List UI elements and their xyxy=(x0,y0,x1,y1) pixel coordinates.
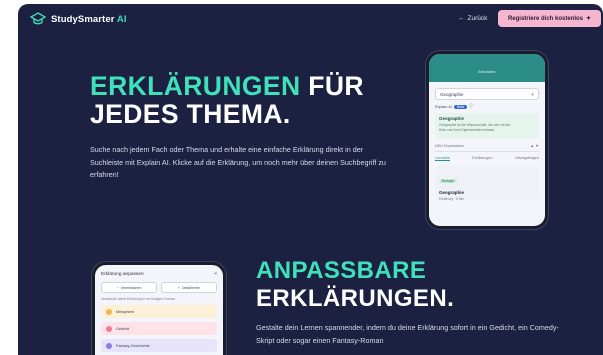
close-icon: × xyxy=(531,92,534,97)
phone-search-input: Geographie × xyxy=(435,88,539,100)
logo-ai-text: AI xyxy=(116,13,127,25)
explain-card-title: Geographie xyxy=(439,116,465,121)
customize-title: Erklärung anpassen xyxy=(101,272,144,277)
customize-subtitle: Verwandle deine Erklärung in ein lustige… xyxy=(101,297,175,301)
phone-tab-erklaerungen: Erklärungen xyxy=(472,156,493,160)
explanation-row-label: NEU Explanation xyxy=(435,144,464,148)
sparkle-icon: ✦ xyxy=(586,16,592,22)
hero1-description: Suche nach jedem Fach oder Thema und erh… xyxy=(90,145,386,179)
logo[interactable]: StudySmarter AI xyxy=(30,12,127,26)
info-icon: ⓘ xyxy=(469,104,473,108)
back-label: Zurück xyxy=(467,15,488,22)
phone-tab-lernsets: Lernsets xyxy=(435,156,450,161)
plus-icon: + xyxy=(177,285,180,290)
detail-button: + Detaillierter xyxy=(161,282,217,293)
hero2-title-line1: ANPASSBARE xyxy=(256,257,427,284)
hero1-title-white-2: JEDES THEMA. xyxy=(90,99,291,129)
customize-buttons: − Vereinfachen + Detaillierter xyxy=(95,277,223,293)
phone-header-title: Erkunden xyxy=(478,69,496,74)
option-metaphern: Metaphern xyxy=(101,305,217,318)
option-label: Fantasy-Geschichte xyxy=(116,343,150,348)
explanation-row: NEU Explanation ▲ ▼ xyxy=(435,144,539,152)
hero1-heading: ERKLÄRUNGEN FÜR JEDES THEMA. xyxy=(90,72,364,128)
graduation-cap-icon xyxy=(30,12,46,25)
beta-pill: Beta xyxy=(453,104,468,109)
option-label: Metaphern xyxy=(116,309,135,314)
top-navbar: StudySmarter AI ← Zurück Registriere dic… xyxy=(18,4,603,34)
result-badge: Biologie xyxy=(439,179,458,183)
customize-title-row: Erklärung anpassen × xyxy=(95,265,223,277)
back-link[interactable]: ← Zurück xyxy=(458,15,487,22)
phone-mockup-explore: Erkunden Geographie × Explain AI Beta ⓘ … xyxy=(426,51,548,229)
hero1-title-teal: ERKLÄRUNGEN xyxy=(90,71,301,101)
phone-search-value: Geographie xyxy=(440,92,464,97)
simplify-button: − Vereinfachen xyxy=(101,282,157,293)
result-title: Geographie xyxy=(439,190,465,195)
hero1-title-white-1: FÜR xyxy=(308,71,364,101)
hero2-description: Gestalte dein Lernen spannender, indem d… xyxy=(256,323,559,345)
register-button[interactable]: Registriere dich kostenlos ✦ xyxy=(498,10,601,27)
phone-tabs: Lernsets Erklärungen Übungsfragen xyxy=(435,156,539,161)
explain-ai-card: Geographie Geographie ist die Wissenscha… xyxy=(435,113,539,139)
result-meta: Erklärung · 5 Min xyxy=(439,197,465,201)
option-label: Gedicht xyxy=(116,326,130,331)
option-gedicht: Gedicht xyxy=(101,322,217,335)
close-icon: × xyxy=(214,272,217,277)
detail-label: Detaillierter xyxy=(181,285,201,290)
option-dot-icon xyxy=(106,342,112,349)
option-dot-icon xyxy=(106,308,112,315)
logo-text: StudySmarter AI xyxy=(51,14,127,25)
phone-result-item: Biologie Geographie Erklärung · 5 Min xyxy=(435,166,539,201)
thumbs-icons: ▲ ▼ xyxy=(530,144,539,148)
page-frame: StudySmarter AI ← Zurück Registriere dic… xyxy=(18,4,603,355)
hero2-title-line2: ERKLÄRUNGEN. xyxy=(256,285,455,312)
explain-ai-label: Explain AI xyxy=(435,104,452,109)
explain-card-text: Geographie ist die Wissenschaft, die sic… xyxy=(439,123,511,132)
hero2-heading: ANPASSBARE ERKLÄRUNGEN. xyxy=(256,257,454,313)
option-fantasy: Fantasy-Geschichte xyxy=(101,339,217,352)
explain-ai-row: Explain AI Beta ⓘ xyxy=(435,104,539,109)
option-dot-icon xyxy=(106,325,112,332)
phone-header: Erkunden xyxy=(429,54,545,82)
register-label: Registriere dich kostenlos xyxy=(507,15,583,22)
logo-main-text: StudySmarter xyxy=(51,13,115,25)
arrow-left-icon: ← xyxy=(458,15,465,22)
simplify-label: Vereinfachen xyxy=(120,285,142,290)
phone-mockup-customize: Erklärung anpassen × − Vereinfachen + De… xyxy=(92,262,226,355)
phone-tab-uebungsfragen: Übungsfragen xyxy=(515,156,539,160)
minus-icon: − xyxy=(116,285,119,290)
